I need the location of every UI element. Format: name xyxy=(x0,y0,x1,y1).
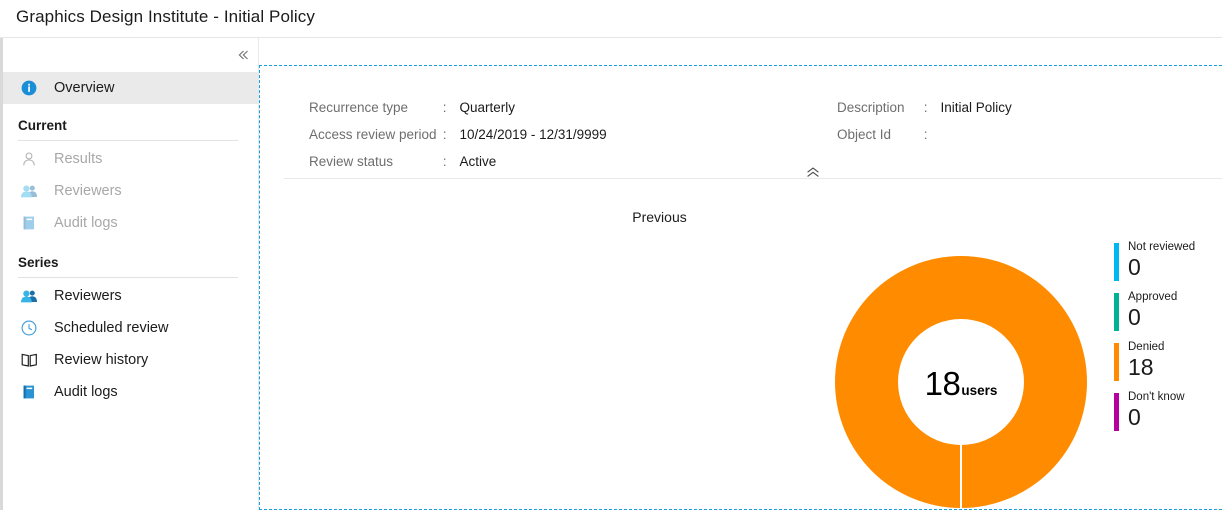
legend-item-approved[interactable]: Approved 0 xyxy=(1114,291,1222,341)
legend-label: Denied xyxy=(1128,341,1222,354)
legend-color-swatch xyxy=(1114,243,1119,281)
sidebar-group-title-series: Series xyxy=(18,255,59,270)
legend-item-dont-know[interactable]: Don't know 0 xyxy=(1114,391,1222,441)
sidebar-item-series-reviewers-label: Reviewers xyxy=(54,288,122,304)
sidebar: Overview Current Results xyxy=(0,38,259,510)
review-details-left-column: Recurrence type : Quarterly Access revie… xyxy=(309,100,607,181)
legend-color-swatch xyxy=(1114,393,1119,431)
detail-separator: : xyxy=(924,100,937,115)
sidebar-item-scheduled-review[interactable]: Scheduled review xyxy=(3,312,259,344)
detail-value: Initial Policy xyxy=(941,100,1012,115)
sidebar-group-rule-current xyxy=(18,140,238,141)
detail-row-recurrence-type: Recurrence type : Quarterly xyxy=(309,100,607,127)
open-book-icon xyxy=(21,352,39,368)
person-icon xyxy=(21,151,39,167)
detail-label: Recurrence type xyxy=(309,100,439,115)
clock-icon xyxy=(21,320,39,336)
sidebar-item-current-reviewers-label: Reviewers xyxy=(54,183,122,199)
legend-item-not-reviewed[interactable]: Not reviewed 0 xyxy=(1114,241,1222,291)
sidebar-collapse-row xyxy=(3,38,262,72)
detail-row-description: Description : Initial Policy xyxy=(837,100,1012,127)
legend-color-swatch xyxy=(1114,343,1119,381)
sidebar-item-series-audit-logs-label: Audit logs xyxy=(54,384,118,400)
detail-label: Access review period xyxy=(309,127,439,142)
legend-label: Not reviewed xyxy=(1128,241,1222,254)
sidebar-item-series-reviewers[interactable]: Reviewers xyxy=(3,280,259,312)
chevron-double-up-icon[interactable] xyxy=(802,165,824,179)
info-circle-icon xyxy=(21,80,39,96)
legend-value: 0 xyxy=(1128,254,1222,280)
sidebar-item-review-history-label: Review history xyxy=(54,352,148,368)
legend-value: 0 xyxy=(1128,404,1222,430)
sidebar-item-current-audit-logs-label: Audit logs xyxy=(54,215,118,231)
detail-separator: : xyxy=(924,127,937,142)
legend-item-denied[interactable]: Denied 18 xyxy=(1114,341,1222,391)
detail-separator: : xyxy=(443,100,456,115)
detail-row-review-status: Review status : Active xyxy=(309,154,607,181)
legend-color-swatch xyxy=(1114,293,1119,331)
sidebar-item-series-audit-logs[interactable]: Audit logs xyxy=(3,376,259,408)
details-divider xyxy=(284,178,1222,179)
detail-row-object-id: Object Id : xyxy=(837,127,1012,154)
detail-value: 10/24/2019 - 12/31/9999 xyxy=(460,127,607,142)
log-book-icon xyxy=(21,384,39,400)
overview-content-panel: Recurrence type : Quarterly Access revie… xyxy=(259,65,1222,510)
legend-value: 0 xyxy=(1128,304,1222,330)
log-book-icon xyxy=(21,215,39,231)
chart-period-label-text: Previous xyxy=(632,209,686,225)
sidebar-item-current-audit-logs[interactable]: Audit logs xyxy=(3,207,259,239)
page-title: Graphics Design Institute - Initial Poli… xyxy=(16,7,315,27)
decision-donut-chart: 18 users xyxy=(835,256,1087,508)
detail-label: Object Id xyxy=(837,127,920,142)
donut-center-value: 18 xyxy=(925,365,961,403)
sidebar-item-review-history[interactable]: Review history xyxy=(3,344,259,376)
legend-value: 18 xyxy=(1128,354,1222,380)
chevron-double-left-icon[interactable] xyxy=(233,46,253,64)
legend-label: Approved xyxy=(1128,291,1222,304)
legend-label: Don't know xyxy=(1128,391,1222,404)
donut-center: 18 users xyxy=(898,319,1024,445)
detail-separator: : xyxy=(443,127,456,142)
detail-value: Quarterly xyxy=(460,100,516,115)
review-details: Recurrence type : Quarterly Access revie… xyxy=(260,66,1222,178)
chart-period-label: Previous xyxy=(260,209,1222,225)
detail-separator: : xyxy=(443,154,456,169)
donut-center-unit: users xyxy=(961,383,997,398)
sidebar-item-overview-label: Overview xyxy=(54,80,114,96)
sidebar-item-results-label: Results xyxy=(54,151,102,167)
detail-row-access-review-period: Access review period : 10/24/2019 - 12/3… xyxy=(309,127,607,154)
access-review-overview-page: Graphics Design Institute - Initial Poli… xyxy=(0,0,1222,510)
sidebar-item-results[interactable]: Results xyxy=(3,143,259,175)
sidebar-item-scheduled-review-label: Scheduled review xyxy=(54,320,168,336)
sidebar-group-rule-series xyxy=(18,277,238,278)
sidebar-item-current-reviewers[interactable]: Reviewers xyxy=(3,175,259,207)
review-details-right-column: Description : Initial Policy Object Id : xyxy=(837,100,1012,154)
detail-label: Description xyxy=(837,100,920,115)
detail-value: Active xyxy=(460,154,497,169)
sidebar-group-title-current: Current xyxy=(18,118,67,133)
people-icon xyxy=(21,183,39,199)
chart-legend: Not reviewed 0 Approved 0 Denied 18 Don'… xyxy=(1114,241,1222,441)
page-header: Graphics Design Institute - Initial Poli… xyxy=(0,0,1222,38)
people-icon xyxy=(21,288,39,304)
sidebar-item-overview[interactable]: Overview xyxy=(3,72,259,104)
detail-label: Review status xyxy=(309,154,439,169)
